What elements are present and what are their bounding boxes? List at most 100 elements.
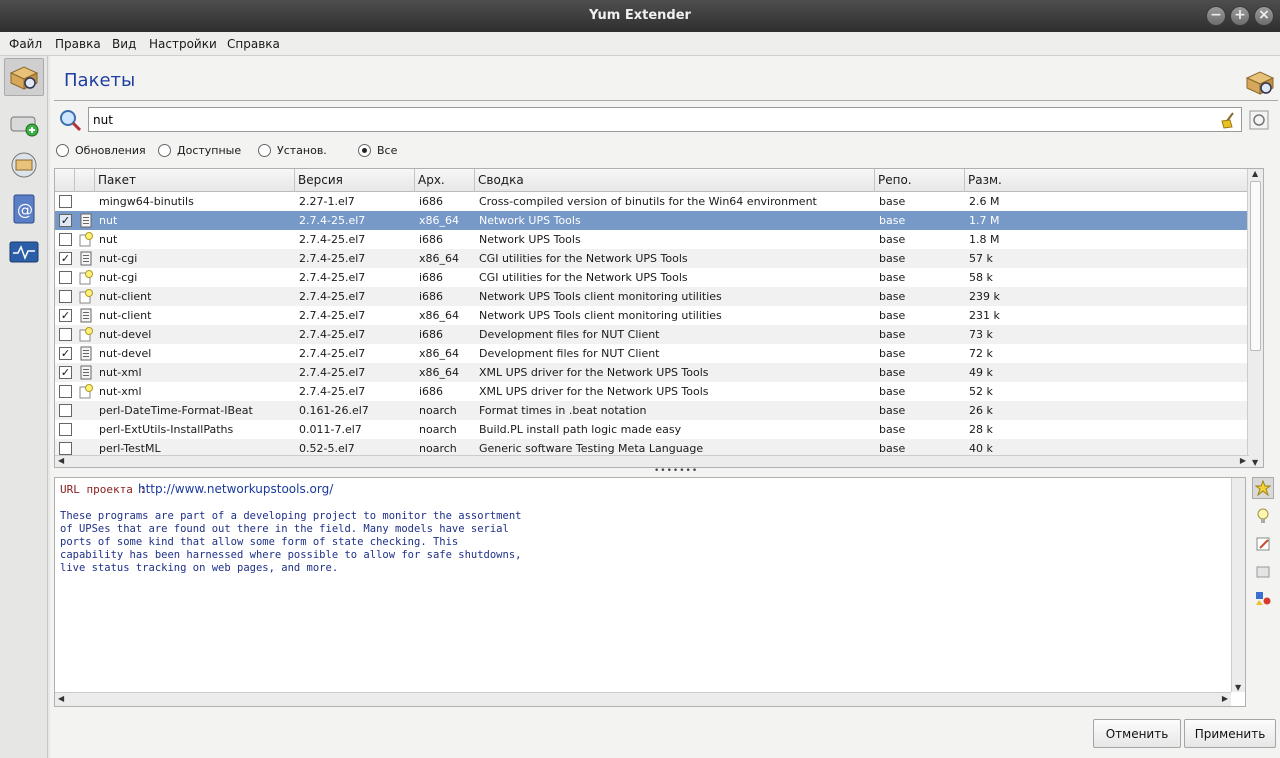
package-box-icon — [1245, 71, 1275, 95]
cell-summary: CGI utilities for the Network UPS Tools — [479, 252, 688, 265]
pane-splitter[interactable]: ••••••• — [54, 466, 1280, 476]
header-repo[interactable]: Репо. — [875, 169, 965, 192]
table-row[interactable]: ✓ nut 2.7.4-25.el7 x86_64 Network UPS Tools b… — [55, 211, 1259, 230]
cell-arch: i686 — [419, 233, 444, 246]
close-icon[interactable]: × — [1254, 6, 1274, 26]
filter-updates-label: Обновления — [75, 144, 146, 157]
row-checkbox[interactable] — [59, 290, 72, 303]
table-row[interactable]: ✓ nut-xml 2.7.4-25.el7 x86_64 XML UPS driver… — [55, 363, 1259, 382]
minimize-icon[interactable]: − — [1206, 6, 1226, 26]
sidebar-output[interactable] — [4, 234, 44, 272]
table-row[interactable]: perl-DateTime-Format-IBeat 0.161-26.el7 no… — [55, 401, 1259, 420]
scroll-left-icon[interactable]: ◀ — [58, 694, 64, 703]
table-row[interactable]: nut-client 2.7.4-25.el7 i686 Network UPS To… — [55, 287, 1259, 306]
radio-updates[interactable] — [56, 144, 69, 157]
radio-installed[interactable] — [258, 144, 271, 157]
splitter-grip-icon: ••••••• — [654, 466, 699, 476]
scroll-right-icon[interactable]: ▶ — [1240, 456, 1246, 465]
cell-size: 57 k — [969, 252, 993, 265]
table-row[interactable]: mingw64-binutils 2.27-1.el7 i686 Cross-comp… — [55, 192, 1259, 211]
cell-summary: Build.PL install path logic made easy — [479, 423, 682, 436]
table-vscrollbar[interactable]: ▲ ▼ — [1247, 169, 1263, 467]
filter-installed[interactable]: Установ. — [258, 144, 327, 157]
available-icon — [79, 384, 93, 399]
search-box — [88, 107, 1242, 132]
project-url-link[interactable]: http://www.networkupstools.org/ — [138, 482, 333, 496]
row-checkbox[interactable]: ✓ — [59, 366, 72, 379]
row-checkbox[interactable] — [59, 385, 72, 398]
filter-all[interactable]: Все — [358, 144, 397, 157]
header-package[interactable]: Пакет — [95, 169, 295, 192]
clear-broom-icon[interactable] — [1219, 111, 1237, 129]
radio-available[interactable] — [158, 144, 171, 157]
menu-view[interactable]: Вид — [112, 37, 136, 51]
header-summary[interactable]: Сводка — [475, 169, 875, 192]
row-checkbox[interactable] — [59, 195, 72, 208]
table-row[interactable]: perl-ExtUtils-InstallPaths 0.011-7.el7 noa… — [55, 420, 1259, 439]
scroll-up-icon[interactable]: ▲ — [1252, 169, 1258, 178]
radio-all[interactable] — [358, 144, 371, 157]
cell-package: nut-xml — [99, 385, 142, 398]
details-requirements-tool[interactable] — [1252, 587, 1274, 609]
cell-repo: base — [879, 290, 906, 303]
row-checkbox[interactable]: ✓ — [59, 252, 72, 265]
row-checkbox[interactable] — [59, 404, 72, 417]
cell-repo: base — [879, 195, 906, 208]
maximize-icon[interactable]: + — [1230, 6, 1250, 26]
table-row[interactable]: ✓ nut-client 2.7.4-25.el7 x86_64 Network UPS… — [55, 306, 1259, 325]
row-checkbox[interactable] — [59, 271, 72, 284]
table-row[interactable]: nut 2.7.4-25.el7 i686 Network UPS Tools base… — [55, 230, 1259, 249]
scroll-down-icon[interactable]: ▼ — [1252, 458, 1258, 467]
row-checkbox[interactable] — [59, 442, 72, 455]
menu-file[interactable]: Файл — [9, 37, 42, 51]
table-row[interactable]: ✓ nut-cgi 2.7.4-25.el7 x86_64 CGI utilities … — [55, 249, 1259, 268]
details-info-tool[interactable] — [1252, 477, 1274, 499]
cell-size: 231 k — [969, 309, 1000, 322]
search-input[interactable] — [89, 108, 1209, 131]
sidebar-packages[interactable] — [4, 58, 44, 96]
cell-summary: Development files for NUT Client — [479, 328, 660, 341]
menu-settings[interactable]: Настройки — [149, 37, 217, 51]
cell-arch: noarch — [419, 404, 457, 417]
filter-available[interactable]: Доступные — [158, 144, 241, 157]
cell-repo: base — [879, 309, 906, 322]
table-vscroll-thumb[interactable] — [1250, 181, 1261, 351]
header-icon[interactable] — [75, 169, 95, 192]
table-hscrollbar[interactable]: ◀ ▶ — [55, 455, 1249, 467]
table-row[interactable]: ✓ nut-devel 2.7.4-25.el7 x86_64 Development … — [55, 344, 1259, 363]
details-deps-tool[interactable] — [1252, 561, 1274, 583]
menu-help[interactable]: Справка — [227, 37, 280, 51]
details-changelog-tool[interactable] — [1252, 505, 1274, 527]
search-options-icon[interactable] — [1248, 109, 1270, 131]
sidebar-groups[interactable] — [4, 104, 44, 142]
sidebar-history[interactable] — [4, 146, 44, 184]
apply-button[interactable]: Применить — [1184, 719, 1276, 748]
sidebar-repositories[interactable]: @ — [4, 190, 44, 228]
details-hscrollbar[interactable]: ◀ ▶ — [55, 692, 1231, 706]
cancel-button[interactable]: Отменить — [1093, 719, 1181, 748]
header-size[interactable]: Разм. — [965, 169, 1259, 192]
row-checkbox[interactable]: ✓ — [59, 214, 72, 227]
table-row[interactable]: nut-xml 2.7.4-25.el7 i686 XML UPS driver fo… — [55, 382, 1259, 401]
filter-all-label: Все — [377, 144, 398, 157]
row-checkbox[interactable] — [59, 423, 72, 436]
details-files-tool[interactable] — [1252, 533, 1274, 555]
row-checkbox[interactable]: ✓ — [59, 309, 72, 322]
scroll-right-icon[interactable]: ▶ — [1222, 694, 1228, 703]
filter-updates[interactable]: Обновления — [56, 144, 146, 157]
scroll-down-icon[interactable]: ▼ — [1235, 683, 1241, 692]
scroll-left-icon[interactable]: ◀ — [58, 456, 64, 465]
cell-summary: Network UPS Tools client monitoring util… — [479, 309, 722, 322]
header-check[interactable] — [55, 169, 75, 192]
row-checkbox[interactable] — [59, 233, 72, 246]
header-version[interactable]: Версия — [295, 169, 415, 192]
cell-summary: XML UPS driver for the Network UPS Tools — [479, 366, 709, 379]
table-row[interactable]: nut-cgi 2.7.4-25.el7 i686 CGI utilities for… — [55, 268, 1259, 287]
cell-repo: base — [879, 214, 906, 227]
row-checkbox[interactable]: ✓ — [59, 347, 72, 360]
row-checkbox[interactable] — [59, 328, 72, 341]
menu-edit[interactable]: Правка — [55, 37, 101, 51]
table-row[interactable]: nut-devel 2.7.4-25.el7 i686 Development fil… — [55, 325, 1259, 344]
details-vscrollbar[interactable]: ▼ — [1231, 478, 1245, 692]
header-arch[interactable]: Арх. — [415, 169, 475, 192]
